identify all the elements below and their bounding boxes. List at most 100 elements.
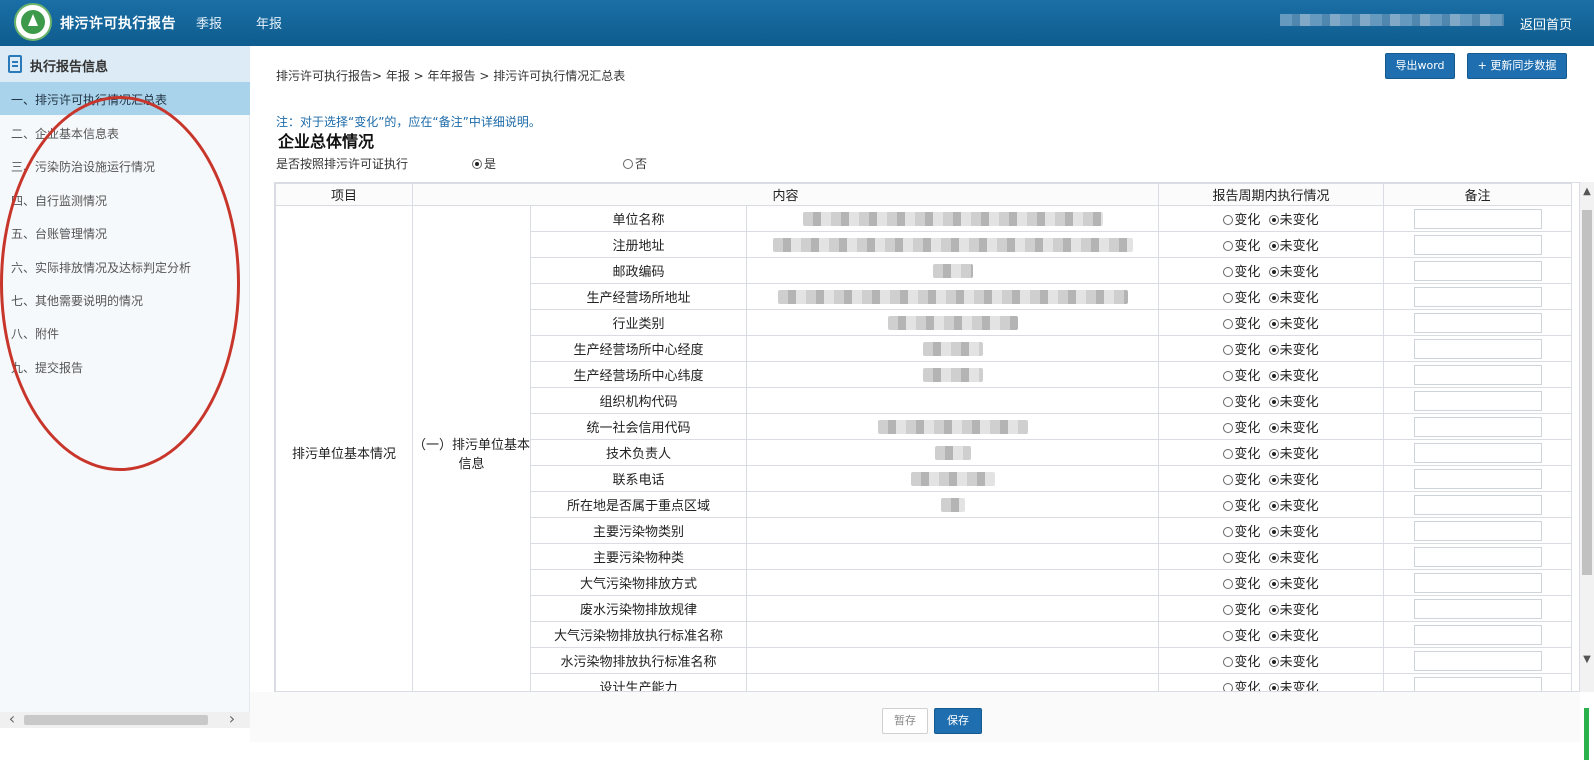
sidebar-item-self-monitoring[interactable]: 四、自行监测情况 <box>0 183 250 216</box>
sidebar-item-other[interactable]: 七、其他需要说明的情况 <box>0 283 250 316</box>
remark-input[interactable] <box>1413 208 1542 229</box>
radio-icon[interactable] <box>1223 604 1234 615</box>
radio-icon[interactable] <box>1268 396 1279 407</box>
radio-icon[interactable] <box>1223 552 1234 563</box>
remark-input[interactable] <box>1413 468 1542 489</box>
radio-icon[interactable] <box>1268 292 1279 303</box>
radio-icon[interactable] <box>1223 318 1234 329</box>
radio-icon[interactable] <box>1268 682 1279 691</box>
remark-input[interactable] <box>1413 494 1542 515</box>
radio-icon[interactable] <box>1223 630 1234 641</box>
remark-input[interactable] <box>1413 650 1542 671</box>
option-changed[interactable]: 变化 <box>1223 421 1260 436</box>
option-changed[interactable]: 变化 <box>1223 291 1260 306</box>
home-link[interactable]: 返回首页 <box>1520 14 1572 33</box>
remark-input[interactable] <box>1413 572 1542 593</box>
sidebar-item-basic-info[interactable]: 二、企业基本信息表 <box>0 116 250 149</box>
option-changed[interactable]: 变化 <box>1223 265 1260 280</box>
radio-icon[interactable] <box>1223 370 1234 381</box>
sync-data-button[interactable]: + 更新同步数据 <box>1467 53 1567 79</box>
radio-icon[interactable] <box>1268 526 1279 537</box>
sidebar-item-pollution-control[interactable]: 三、污染防治设施运行情况 <box>0 149 250 182</box>
option-changed[interactable]: 变化 <box>1223 317 1260 332</box>
radio-icon[interactable] <box>1223 526 1234 537</box>
scroll-down-icon[interactable]: ▼ <box>1580 654 1594 665</box>
option-changed[interactable]: 变化 <box>1223 655 1260 670</box>
radio-icon[interactable] <box>1268 552 1279 563</box>
remark-input[interactable] <box>1413 390 1542 411</box>
radio-icon[interactable] <box>1268 318 1279 329</box>
option-changed[interactable]: 变化 <box>1223 343 1260 358</box>
nav-quarterly[interactable]: 季报 <box>196 13 222 32</box>
radio-icon[interactable] <box>1268 370 1279 381</box>
remark-input[interactable] <box>1413 312 1542 333</box>
remark-input[interactable] <box>1413 260 1542 281</box>
radio-icon[interactable] <box>623 158 633 169</box>
remark-input[interactable] <box>1413 442 1542 463</box>
radio-icon[interactable] <box>1223 500 1234 511</box>
option-unchanged[interactable]: 未变化 <box>1268 473 1319 488</box>
option-unchanged[interactable]: 未变化 <box>1268 577 1319 592</box>
sidebar-horizontal-scrollbar[interactable]: ‹ › <box>0 711 250 728</box>
radio-icon[interactable] <box>1268 266 1279 277</box>
remark-input[interactable] <box>1413 416 1542 437</box>
remark-input[interactable] <box>1413 598 1542 619</box>
option-changed[interactable]: 变化 <box>1223 603 1260 618</box>
radio-icon[interactable] <box>1268 604 1279 615</box>
radio-icon[interactable] <box>1268 500 1279 511</box>
radio-icon[interactable] <box>1223 292 1234 303</box>
scrollbar-thumb[interactable] <box>1582 210 1592 575</box>
radio-icon[interactable] <box>1223 474 1234 485</box>
option-unchanged[interactable]: 未变化 <box>1268 655 1319 670</box>
remark-input[interactable] <box>1413 234 1542 255</box>
radio-icon[interactable] <box>1268 578 1279 589</box>
remark-input[interactable] <box>1413 364 1542 385</box>
option-changed[interactable]: 变化 <box>1223 447 1260 462</box>
remark-input[interactable] <box>1413 338 1542 359</box>
exec-no-option[interactable]: 否 <box>623 155 647 172</box>
option-unchanged[interactable]: 未变化 <box>1268 603 1319 618</box>
option-unchanged[interactable]: 未变化 <box>1268 551 1319 566</box>
option-changed[interactable]: 变化 <box>1223 473 1260 488</box>
save-button[interactable]: 保存 <box>934 708 982 734</box>
radio-icon[interactable] <box>1268 344 1279 355</box>
radio-icon[interactable] <box>1268 240 1279 251</box>
option-changed[interactable]: 变化 <box>1223 369 1260 384</box>
option-changed[interactable]: 变化 <box>1223 395 1260 410</box>
option-unchanged[interactable]: 未变化 <box>1268 239 1319 254</box>
draft-button[interactable]: 暂存 <box>882 708 928 734</box>
remark-input[interactable] <box>1413 624 1542 645</box>
option-changed[interactable]: 变化 <box>1223 499 1260 514</box>
radio-icon[interactable] <box>1223 682 1234 691</box>
remark-input[interactable] <box>1413 546 1542 567</box>
scrollbar-thumb[interactable] <box>24 715 208 725</box>
option-unchanged[interactable]: 未变化 <box>1268 343 1319 358</box>
scroll-left-icon[interactable]: ‹ <box>4 711 20 728</box>
radio-icon[interactable] <box>1268 474 1279 485</box>
option-unchanged[interactable]: 未变化 <box>1268 499 1319 514</box>
exec-yes-option[interactable]: 是 <box>472 155 496 172</box>
option-unchanged[interactable]: 未变化 <box>1268 213 1319 228</box>
option-changed[interactable]: 变化 <box>1223 629 1260 644</box>
scroll-right-icon[interactable]: › <box>224 711 240 728</box>
export-word-button[interactable]: 导出word <box>1385 53 1455 79</box>
nav-annual[interactable]: 年报 <box>256 13 282 32</box>
radio-icon[interactable] <box>1223 656 1234 667</box>
table-vertical-scrollbar[interactable]: ▲ ▼ <box>1580 182 1594 692</box>
option-changed[interactable]: 变化 <box>1223 239 1260 254</box>
option-unchanged[interactable]: 未变化 <box>1268 395 1319 410</box>
radio-icon[interactable] <box>1223 578 1234 589</box>
option-unchanged[interactable]: 未变化 <box>1268 447 1319 462</box>
remark-input[interactable] <box>1413 286 1542 307</box>
radio-icon[interactable] <box>472 158 482 169</box>
option-unchanged[interactable]: 未变化 <box>1268 681 1319 691</box>
sidebar-item-emissions[interactable]: 六、实际排放情况及达标判定分析 <box>0 250 250 283</box>
sidebar-item-submit[interactable]: 九、提交报告 <box>0 350 250 383</box>
radio-icon[interactable] <box>1268 214 1279 225</box>
radio-icon[interactable] <box>1268 422 1279 433</box>
option-changed[interactable]: 变化 <box>1223 681 1260 691</box>
radio-icon[interactable] <box>1223 266 1234 277</box>
option-changed[interactable]: 变化 <box>1223 213 1260 228</box>
remark-input[interactable] <box>1413 520 1542 541</box>
radio-icon[interactable] <box>1223 396 1234 407</box>
